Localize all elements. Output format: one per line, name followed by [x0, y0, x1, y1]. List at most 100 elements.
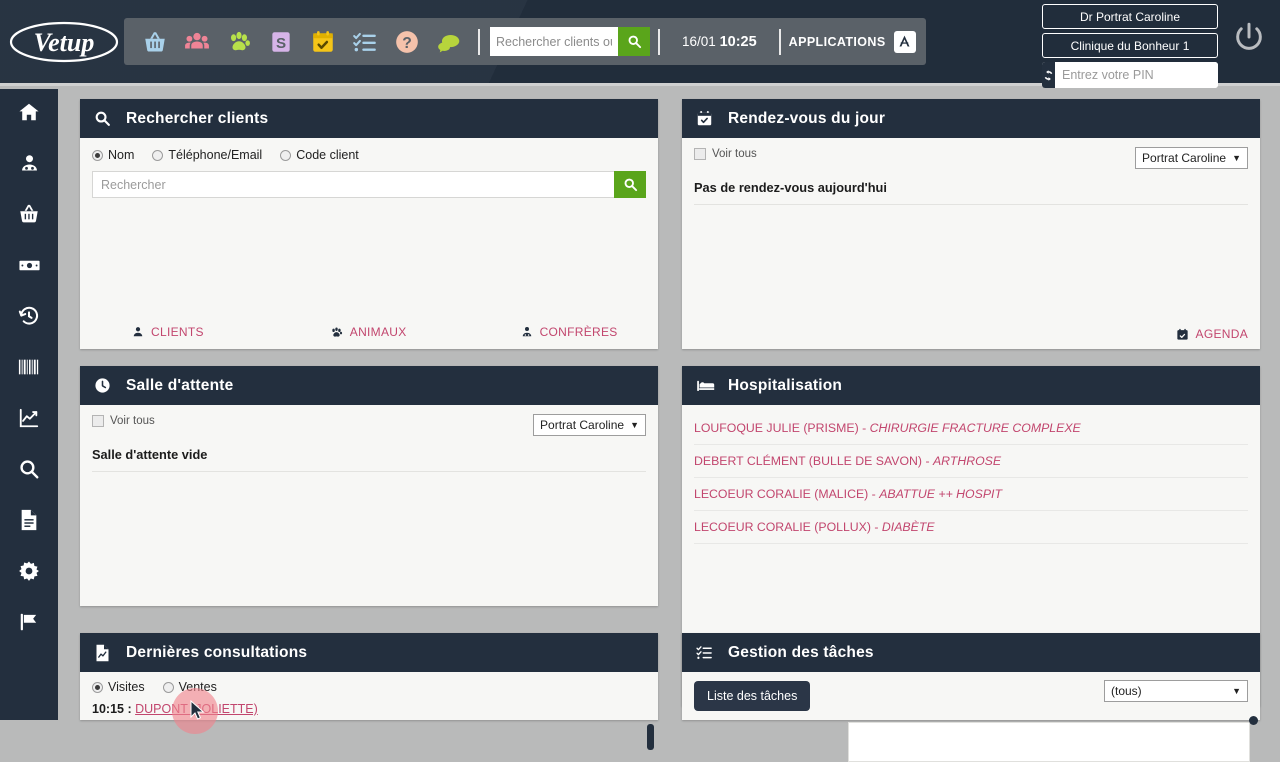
checkbox-voir-tous[interactable]: Voir tous	[92, 415, 155, 427]
pin-input[interactable]	[1055, 62, 1218, 88]
sidebar-item-documents[interactable]	[0, 497, 58, 548]
power-icon[interactable]	[1232, 20, 1266, 59]
sidebar-item-cash[interactable]	[0, 242, 58, 293]
radio-telephone-email[interactable]: Téléphone/Email	[152, 148, 262, 162]
panel-body: Voir tous Portrat Caroline ▼ Salle d'att…	[80, 405, 658, 606]
chat-icon[interactable]	[434, 27, 464, 57]
radio-label: Téléphone/Email	[168, 148, 263, 162]
hospitalisation-item[interactable]: LOUFOQUE JULIE (PRISME) - CHIRURGIE FRAC…	[694, 412, 1248, 445]
panel-title: Gestion des tâches	[728, 643, 874, 661]
panel-tasks: Gestion des tâches Liste des tâches (tou…	[682, 633, 1260, 762]
hospitalisation-item[interactable]: DEBERT CLÉMENT (BULLE DE SAVON) - ARTHRO…	[694, 445, 1248, 478]
radio-label: Ventes	[178, 680, 217, 694]
panel-consultations: Dernières consultations Visites Ventes 1…	[80, 633, 658, 750]
clinic-name-button[interactable]: Clinique du Bonheur 1	[1042, 33, 1218, 58]
sidebar-item-home[interactable]	[0, 89, 58, 140]
sidebar-item-search[interactable]	[0, 446, 58, 497]
document-chart-icon	[94, 644, 118, 662]
radio-code-client[interactable]: Code client	[280, 148, 359, 162]
applications-label[interactable]: APPLICATIONS	[789, 35, 886, 49]
separator: -	[874, 520, 882, 534]
clients-group-icon[interactable]	[182, 27, 212, 57]
toolbar-divider-2	[658, 28, 660, 55]
patient-reason: ABATTUE ++ HOSPIT	[879, 487, 1002, 501]
left-sidebar	[0, 89, 58, 720]
search-input[interactable]	[490, 27, 618, 56]
hospitalisation-item[interactable]: LECOEUR CORALIE (MALICE) - ABATTUE ++ HO…	[694, 478, 1248, 511]
radio-dot	[162, 681, 174, 693]
sidebar-item-flags[interactable]	[0, 599, 58, 650]
checkbox-voir-tous[interactable]: Voir tous	[694, 148, 757, 160]
confrere-icon	[521, 326, 533, 338]
panel-appointments: Rendez-vous du jour Voir tous Portrat Ca…	[682, 99, 1260, 349]
document-icon	[19, 509, 39, 536]
vetup-logo[interactable]: Vetup	[8, 18, 120, 66]
radio-ventes[interactable]: Ventes	[162, 680, 217, 694]
pin-row	[1042, 62, 1218, 88]
applications-icon[interactable]	[893, 30, 916, 53]
search-icon	[94, 110, 118, 127]
sidebar-item-settings[interactable]	[0, 548, 58, 599]
refresh-icon[interactable]	[1042, 62, 1055, 88]
chevron-down-icon: ▼	[1232, 686, 1241, 696]
top-header-bar: Vetup S ? Rechercher clients ou 16/01 10…	[0, 0, 1280, 88]
link-label: ANIMAUX	[349, 325, 407, 339]
header-date: 16/01	[682, 33, 716, 49]
basket-icon[interactable]	[140, 27, 170, 57]
footer-link-confreres[interactable]: CONFRÈRES	[521, 325, 618, 339]
toolbar-divider	[478, 28, 480, 55]
consultations-scrollbar[interactable]	[647, 724, 654, 750]
help-icon[interactable]: ?	[392, 27, 422, 57]
consultation-client-link[interactable]: DUPONT (JOLIETTE)	[135, 702, 258, 716]
patient-owner: LOUFOQUE JULIE (PRISME)	[694, 421, 859, 435]
client-search-input[interactable]	[92, 171, 614, 198]
patient-owner: DEBERT CLÉMENT (BULLE DE SAVON)	[694, 454, 923, 468]
header-datetime: 16/01 10:25	[682, 34, 757, 50]
client-icon	[19, 153, 40, 179]
radio-visites[interactable]: Visites	[92, 680, 145, 694]
sidebar-item-sales[interactable]	[0, 191, 58, 242]
dollar-icon[interactable]: S	[266, 27, 296, 57]
radio-dot	[152, 149, 164, 161]
panel-body: Nom Téléphone/Email Code client Recherch…	[80, 138, 658, 349]
sidebar-item-stats[interactable]	[0, 395, 58, 446]
checkbox-box	[92, 415, 104, 427]
consultation-row: 10:15 : DUPONT (JOLIETTE)	[92, 702, 646, 716]
footer-link-animaux[interactable]: ANIMAUX	[330, 325, 407, 339]
client-search-button[interactable]	[614, 171, 646, 198]
user-name-button[interactable]: Dr Portrat Caroline	[1042, 4, 1218, 29]
select-value: Portrat Caroline	[1142, 151, 1227, 165]
panel-header: Rechercher clients	[80, 99, 658, 138]
separator: -	[925, 454, 933, 468]
checkbox-box	[694, 148, 706, 160]
paw-icon[interactable]	[224, 27, 254, 57]
history-icon	[18, 305, 40, 332]
radio-label: Code client	[296, 148, 359, 162]
footer-link-agenda[interactable]: AGENDA	[1176, 327, 1248, 341]
radio-label: Nom	[108, 148, 135, 162]
task-filter-select[interactable]: (tous) ▼	[1104, 680, 1248, 702]
link-label: AGENDA	[1195, 327, 1248, 341]
panel-body: Liste des tâches (tous) ▼	[682, 672, 1260, 762]
panel-title: Hospitalisation	[728, 376, 843, 394]
task-list-button[interactable]: Liste des tâches	[694, 681, 811, 711]
checkbox-label: Voir tous	[712, 148, 757, 160]
vet-filter-select[interactable]: Portrat Caroline ▼	[1135, 147, 1248, 169]
tasks-scroll-marker[interactable]	[1249, 716, 1258, 725]
flag-icon	[18, 611, 40, 638]
radio-nom[interactable]: Nom	[92, 148, 134, 162]
client-search-row	[92, 171, 646, 198]
separator: -	[862, 421, 870, 435]
checklist-icon[interactable]	[350, 27, 380, 57]
hospitalisation-item[interactable]: LECOEUR CORALIE (POLLUX) - DIABÈTE	[694, 511, 1248, 544]
vet-filter-select[interactable]: Portrat Caroline ▼	[533, 414, 646, 436]
sidebar-item-stock[interactable]	[0, 344, 58, 395]
toolbar-divider-3	[778, 28, 781, 55]
task-list-container[interactable]	[848, 722, 1250, 762]
footer-link-clients[interactable]: CLIENTS	[132, 325, 204, 339]
search-button[interactable]	[618, 27, 650, 56]
sidebar-item-history[interactable]	[0, 293, 58, 344]
chevron-down-icon: ▼	[630, 420, 639, 430]
sidebar-item-clients[interactable]	[0, 140, 58, 191]
calendar-icon[interactable]	[308, 27, 338, 57]
